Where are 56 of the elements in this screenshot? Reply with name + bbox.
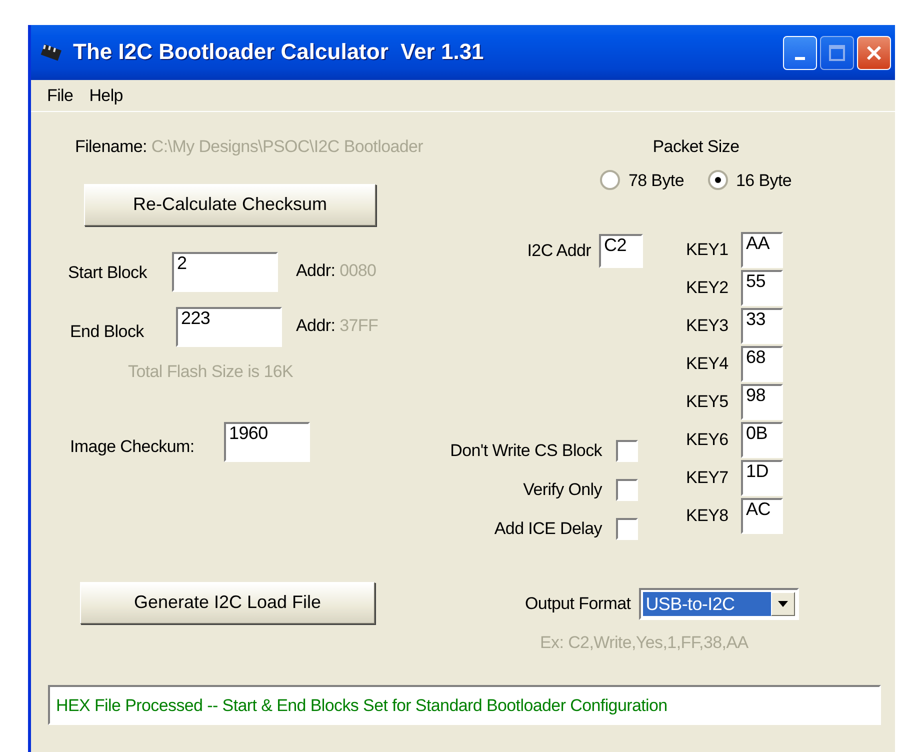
i2c-addr-label: I2C Addr — [527, 240, 591, 262]
recalculate-button[interactable]: Re-Calculate Checksum — [84, 184, 376, 226]
key-field[interactable]: 1D — [741, 460, 783, 496]
i2c-addr-field[interactable]: C2 — [599, 234, 643, 268]
maximize-icon — [829, 44, 845, 60]
filename-value: C:\My Designs\PSOC\I2C Bootloader — [151, 137, 424, 156]
output-format-label: Output Format — [525, 592, 631, 615]
key-field[interactable]: 55 — [741, 270, 783, 306]
key-field[interactable]: 98 — [741, 384, 783, 420]
radio-option[interactable]: 16 Byte — [708, 168, 792, 193]
key-label: KEY4 — [686, 352, 730, 375]
option-label: Verify Only — [523, 479, 602, 502]
menu-item[interactable]: File — [41, 82, 80, 108]
checkbox[interactable] — [616, 440, 638, 462]
close-button[interactable] — [857, 36, 891, 70]
addr-label: Addr: — [296, 260, 336, 280]
window-title: The I2C Bootloader Calculator Ver 1.31 — [73, 39, 484, 66]
option-label: Don't Write CS Block — [450, 440, 602, 462]
minimize-icon — [795, 57, 805, 60]
key-label: KEY8 — [686, 504, 730, 527]
addr-label: Addr: — [296, 316, 336, 334]
flash-size-text: Total Flash Size is 16K — [128, 360, 294, 382]
checkbox[interactable] — [616, 518, 638, 540]
end-block-field[interactable]: 223 — [176, 306, 282, 346]
packet-size-label: Packet Size — [652, 136, 740, 158]
key-label: KEY1 — [686, 238, 730, 261]
caret-icon — [778, 600, 788, 606]
example-text: Ex: C2,Write,Yes,1,FF,38,AA — [540, 632, 748, 654]
key-field[interactable]: AC — [741, 498, 783, 534]
minimize-button[interactable] — [783, 36, 817, 70]
key-label: KEY7 — [686, 466, 730, 489]
key-label: KEY6 — [686, 428, 730, 451]
image-checksum-label: Image Checkum: — [70, 436, 196, 458]
filename-label: Filename: — [75, 137, 147, 156]
key-field[interactable]: AA — [741, 232, 783, 268]
end-block-label: End Block — [70, 320, 145, 342]
menu-item[interactable]: Help — [83, 82, 129, 108]
generate-button[interactable]: Generate I2C Load File — [80, 582, 375, 624]
close-icon — [865, 44, 883, 62]
checkbox[interactable] — [616, 479, 638, 501]
addr-value: 37FF — [340, 316, 378, 334]
start-block-label: Start Block — [68, 262, 148, 284]
option-label: Add ICE Delay — [494, 518, 602, 540]
radio-option[interactable]: 78 Byte — [600, 168, 684, 193]
key-label: KEY5 — [686, 390, 730, 413]
addr-value: 0080 — [340, 260, 376, 280]
output-format-dropdown[interactable]: USB-to-I2C — [638, 588, 799, 620]
start-block-field[interactable]: 2 — [172, 252, 278, 292]
key-field[interactable]: 33 — [741, 308, 783, 344]
image-checksum-field[interactable]: 1960 — [224, 422, 310, 462]
key-field[interactable]: 0B — [741, 422, 783, 458]
maximize-button[interactable] — [820, 36, 854, 70]
key-field[interactable]: 68 — [741, 346, 783, 382]
key-label: KEY2 — [686, 276, 730, 299]
status-field: HEX File Processed -- Start & End Blocks Set for Standard Bootloader Configuration — [48, 685, 881, 725]
key-label: KEY3 — [686, 314, 730, 337]
